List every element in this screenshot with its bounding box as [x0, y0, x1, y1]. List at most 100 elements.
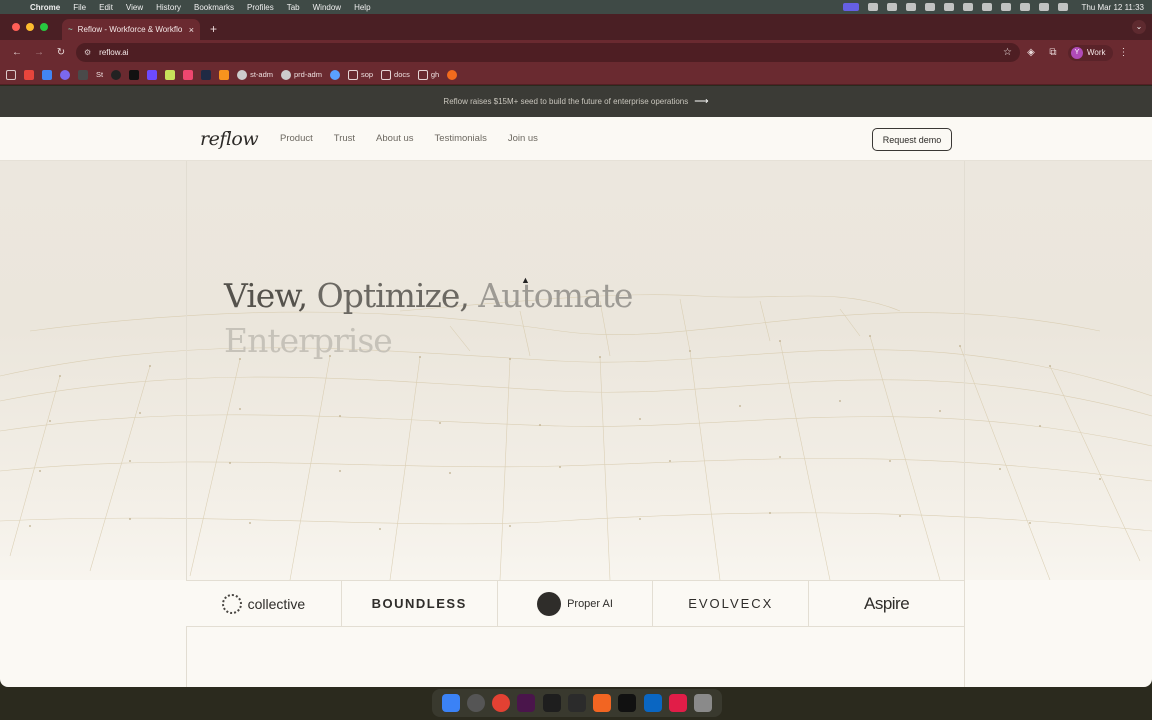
customer-name: Proper AI	[567, 597, 613, 610]
control-center-icon[interactable]	[1058, 3, 1069, 11]
input-source-icon[interactable]	[982, 3, 993, 11]
web-page: Reflow raises $15M+ seed to build the fu…	[0, 86, 1152, 687]
nav-trust[interactable]: Trust	[334, 133, 355, 144]
window-controls	[0, 23, 58, 40]
close-window-button[interactable]	[12, 23, 20, 31]
dock-app-icon[interactable]	[669, 694, 688, 712]
bookmark-app-icon[interactable]	[183, 69, 194, 80]
dock-app-icon[interactable]	[643, 694, 662, 712]
bookmarks-bar: St st-adm prd-adm sop docs gh	[0, 65, 1152, 85]
reflow-logo[interactable]: reflow	[200, 128, 259, 150]
menu-edit[interactable]: Edit	[99, 3, 113, 12]
bookmark-app-icon[interactable]	[201, 69, 212, 80]
menu-file[interactable]: File	[73, 3, 86, 12]
bookmark-label: St	[96, 70, 104, 79]
wifi-icon[interactable]	[1020, 3, 1031, 11]
menubar-clock[interactable]: Thu Mar 12 11:33	[1081, 3, 1144, 12]
bookmark-app-icon[interactable]	[60, 69, 70, 80]
bookmark-item[interactable]: st-adm	[237, 69, 274, 80]
nav-testimonials[interactable]: Testimonials	[435, 133, 487, 144]
screen-share-icon[interactable]	[843, 3, 860, 11]
bookmark-item[interactable]: St	[96, 70, 103, 79]
bookmark-app-icon[interactable]	[78, 69, 88, 80]
collective-mark-icon	[221, 593, 242, 614]
macos-dock	[432, 689, 722, 717]
dock-app-icon[interactable]	[567, 694, 586, 712]
zoom-window-button[interactable]	[40, 23, 48, 31]
menu-window[interactable]: Window	[313, 3, 341, 12]
bookmark-vercel-icon[interactable]	[129, 69, 140, 80]
nav-about-us[interactable]: About us	[376, 133, 414, 144]
nav-join-us[interactable]: Join us	[508, 133, 538, 144]
folder-icon	[417, 69, 428, 80]
customer-name: collective	[247, 595, 306, 612]
chrome-icon[interactable]	[492, 694, 511, 712]
more-menu-icon[interactable]: ⋮	[1113, 47, 1135, 58]
menu-tab[interactable]: Tab	[287, 3, 300, 12]
menu-history[interactable]: History	[156, 3, 181, 12]
menu-app-name[interactable]: Chrome	[30, 3, 60, 12]
bookmark-cloudflare-icon[interactable]	[219, 69, 230, 80]
profile-chip[interactable]: Y Work	[1068, 44, 1113, 61]
site-header: reflow Product Trust About us Testimonia…	[0, 117, 1152, 161]
battery-icon[interactable]	[1001, 3, 1012, 11]
site-info-icon[interactable]: ⚙	[84, 48, 91, 57]
customer-logos-strip: collective BOUNDLESS Proper AI EVOLVECX …	[186, 580, 964, 627]
menu-view[interactable]: View	[126, 3, 143, 12]
bookmark-item[interactable]: prd-adm	[281, 69, 322, 80]
headline-word-optimize: Optimize,	[316, 276, 470, 315]
minimize-window-button[interactable]	[26, 23, 34, 31]
announcement-banner[interactable]: Reflow raises $15M+ seed to build the fu…	[0, 86, 1152, 117]
bookmark-app-icon[interactable]	[329, 69, 340, 80]
cloud-icon[interactable]	[925, 3, 936, 11]
trash-icon[interactable]	[694, 694, 713, 712]
bookmark-app-icon[interactable]	[447, 69, 458, 80]
bookmark-star-icon[interactable]: ☆	[1003, 47, 1012, 58]
request-demo-button[interactable]: Request demo	[872, 128, 952, 151]
menu-profiles[interactable]: Profiles	[247, 3, 274, 12]
dock-app-icon[interactable]	[593, 694, 612, 712]
finder-icon[interactable]	[441, 694, 460, 712]
tab-close-icon[interactable]: ×	[189, 25, 194, 35]
status-app-icon[interactable]	[944, 3, 955, 11]
volume-icon[interactable]	[963, 3, 974, 11]
arrow-right-icon: ⟶	[694, 96, 709, 107]
bookmark-label: st-adm	[250, 70, 274, 79]
url-text[interactable]: reflow.ai	[99, 48, 128, 57]
status-app-icon[interactable]	[906, 3, 917, 11]
menu-bookmarks[interactable]: Bookmarks	[194, 3, 234, 12]
apps-grid-icon[interactable]	[6, 69, 16, 80]
mouse-cursor-icon: ▲	[521, 275, 530, 285]
terminal-icon[interactable]	[618, 694, 637, 712]
proper-ai-mark-icon	[537, 591, 562, 616]
reload-button[interactable]: ↻	[50, 47, 72, 58]
bookmark-gmail-icon[interactable]	[24, 69, 34, 80]
dock-app-icon[interactable]	[542, 694, 561, 712]
bookmark-folder[interactable]: docs	[381, 69, 410, 80]
bookmark-calendar-icon[interactable]	[42, 69, 52, 80]
bookmark-app-icon[interactable]	[147, 69, 158, 80]
extension-icon[interactable]: ◈	[1020, 47, 1042, 58]
search-icon[interactable]	[1039, 3, 1050, 11]
tab-search-chevron-icon[interactable]: ⌄	[1132, 20, 1146, 34]
back-button[interactable]: ←	[6, 47, 28, 58]
status-app-icon[interactable]	[887, 3, 898, 11]
bookmark-folder[interactable]: gh	[417, 69, 439, 80]
slack-icon[interactable]	[517, 694, 536, 712]
bookmark-folder[interactable]: sop	[347, 69, 373, 80]
status-app-icon[interactable]	[868, 3, 879, 11]
new-tab-button[interactable]: +	[200, 22, 227, 40]
browser-tab-active[interactable]: ~ Reflow - Workforce & Workflo ×	[62, 19, 200, 40]
nav-product[interactable]: Product	[280, 133, 313, 144]
globe-icon	[237, 69, 248, 80]
headline-word-automate: Automate	[478, 276, 633, 315]
dock-app-icon[interactable]	[466, 694, 485, 712]
address-bar[interactable]: ⚙ reflow.ai ☆	[76, 43, 1020, 62]
bookmark-github-icon[interactable]	[111, 69, 122, 80]
forward-button[interactable]: →	[28, 47, 50, 58]
bookmark-app-icon[interactable]	[165, 69, 176, 80]
extensions-puzzle-icon[interactable]: ⧉	[1042, 47, 1064, 58]
customer-logo-boundless: BOUNDLESS	[342, 581, 498, 626]
browser-toolbar: ← → ↻ ⚙ reflow.ai ☆ ◈ ⧉ Y Work ⋮	[0, 40, 1152, 65]
menu-help[interactable]: Help	[354, 3, 370, 12]
